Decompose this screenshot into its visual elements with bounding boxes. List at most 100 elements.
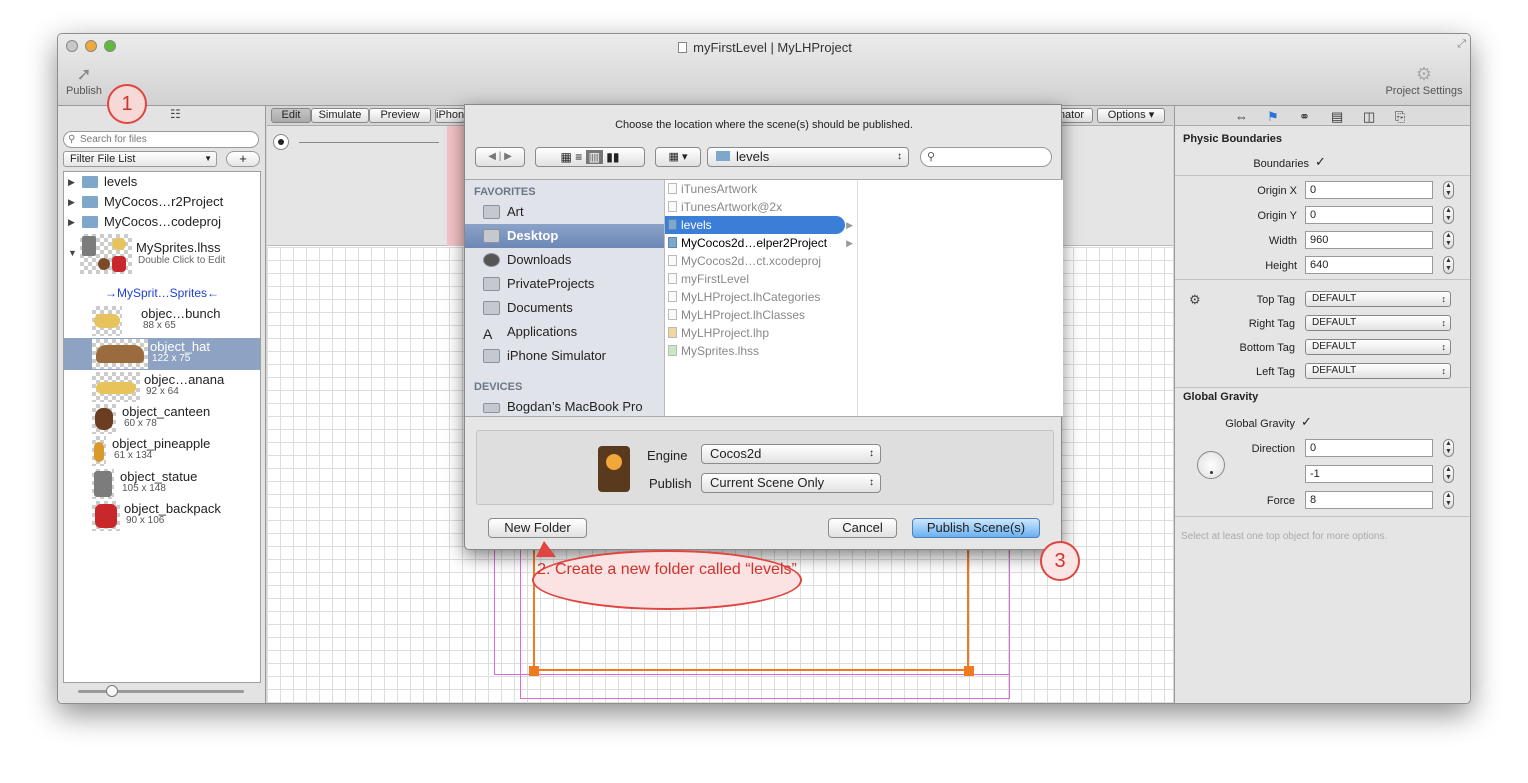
favorite-item[interactable]: Art — [465, 200, 664, 224]
file-item[interactable]: MyLHProject.lhCategories — [665, 288, 857, 306]
publish-mode-popup[interactable]: Current Scene Only — [701, 473, 881, 493]
divider — [1175, 279, 1470, 280]
left-tag-label: Left Tag — [1256, 366, 1295, 378]
file-icon — [668, 255, 677, 266]
disclosure-icon[interactable]: ▶ — [68, 212, 75, 232]
boundary-handle[interactable] — [964, 666, 974, 676]
force-label: Force — [1266, 495, 1295, 507]
left-tag-popup[interactable]: DEFAULT — [1305, 363, 1451, 379]
location-label: levels — [736, 149, 770, 164]
boundary-handle[interactable] — [529, 666, 539, 676]
tree-item-codeproj[interactable]: ▶ MyCocos…codeproj — [64, 212, 260, 232]
force-stepper[interactable]: ▲ ▼ — [1443, 491, 1454, 509]
zoom-slider[interactable] — [78, 685, 244, 697]
list-view-icon[interactable]: ≡ — [575, 150, 582, 164]
add-button[interactable]: + — [226, 151, 260, 167]
height-stepper[interactable]: ▲ ▼ — [1443, 256, 1454, 274]
file-item[interactable]: MyLHProject.lhp — [665, 324, 857, 342]
simulate-mode-button[interactable]: Simulate — [311, 108, 369, 123]
origin-y-stepper[interactable]: ▲ ▼ — [1443, 206, 1454, 224]
favorite-item[interactable]: Downloads — [465, 248, 664, 272]
favorite-item[interactable]: PrivateProjects — [465, 272, 664, 296]
disclosure-icon[interactable]: ▶ — [68, 192, 75, 212]
slider-knob[interactable] — [106, 685, 118, 697]
publish-toolbar-button[interactable]: ➚ Publish — [64, 64, 104, 97]
device-item[interactable]: Bogdan’s MacBook Pro — [465, 395, 664, 419]
publish-scenes-button[interactable]: Publish Scene(s) — [912, 518, 1040, 538]
bottom-tag-popup[interactable]: DEFAULT — [1305, 339, 1451, 355]
engine-popup[interactable]: Cocos2d — [701, 444, 881, 464]
origin-x-field[interactable]: 0 — [1305, 181, 1433, 199]
playhead-marker[interactable] — [447, 126, 465, 246]
height-field[interactable]: 640 — [1305, 256, 1433, 274]
coverflow-view-icon[interactable]: ▮▮ — [606, 150, 619, 164]
file-item[interactable]: MyCocos2d…elper2Project ▶ — [665, 234, 857, 252]
direction-dial[interactable] — [1197, 451, 1225, 479]
nodes-tab-icon[interactable]: ⇔ — [1235, 109, 1248, 124]
tree-item-levels[interactable]: ▶ levels — [64, 172, 260, 192]
top-tag-popup[interactable]: DEFAULT — [1305, 291, 1451, 307]
width-stepper[interactable]: ▲ ▼ — [1443, 231, 1454, 249]
origin-y-field[interactable]: 0 — [1305, 206, 1433, 224]
arrange-popup[interactable]: ▦ ▾ — [655, 147, 701, 167]
favorite-item-selected[interactable]: Desktop — [465, 224, 664, 248]
favorite-item[interactable]: Documents — [465, 296, 664, 320]
project-settings-button[interactable]: ⚙ Project Settings — [1384, 64, 1464, 97]
physics-tab-icon[interactable]: ⚑ — [1267, 109, 1279, 125]
sprite-item[interactable]: objec…anana 92 x 64 — [64, 371, 260, 403]
back-forward-buttons[interactable]: ◀ | ▶ — [475, 147, 525, 167]
location-popup[interactable]: levels — [707, 147, 909, 167]
preview-mode-button[interactable]: Preview — [369, 108, 431, 123]
hierarchy-icon[interactable]: ☷ — [170, 107, 181, 121]
options-popup[interactable]: Options ▾ — [1097, 108, 1165, 123]
disclosure-icon[interactable]: ▶ — [68, 172, 75, 192]
origin-x-stepper[interactable]: ▲ ▼ — [1443, 181, 1454, 199]
sprites-group-label[interactable]: →MySprit…Sprites← — [64, 286, 260, 300]
joints-tab-icon[interactable]: ⚭ — [1299, 109, 1310, 125]
edit-mode-button[interactable]: Edit — [271, 108, 311, 123]
sprite-item[interactable]: object_statue 105 x 148 — [64, 468, 260, 500]
view-mode-segmented[interactable]: ▦ ≡ ▥ ▮▮ — [535, 147, 645, 167]
new-folder-button[interactable]: New Folder — [488, 518, 587, 538]
file-item[interactable]: iTunesArtwork — [665, 180, 857, 198]
boundaries-checkbox[interactable]: ✓ — [1315, 154, 1326, 170]
spritesheet-item[interactable]: ▼ MySprites.lhss Double Click to Edit — [64, 234, 260, 274]
force-field[interactable]: 8 — [1305, 491, 1433, 509]
top-tag-label: Top Tag — [1256, 294, 1295, 306]
search-input[interactable]: ⚲ Search for files — [63, 131, 259, 148]
document-tab-icon[interactable]: ⎘ — [1395, 109, 1405, 125]
tree-item-project[interactable]: ▶ MyCocos…r2Project — [64, 192, 260, 212]
sprite-item-selected[interactable]: object_hat 122 x 75 — [64, 338, 260, 370]
file-item[interactable]: MySprites.lhss — [665, 342, 857, 360]
sprite-item[interactable]: object_backpack 90 x 106 — [64, 500, 260, 532]
favorite-item[interactable]: iPhone Simulator — [465, 344, 664, 368]
film-tab-icon[interactable]: ▤ — [1331, 109, 1343, 125]
file-item[interactable]: iTunesArtwork@2x — [665, 198, 857, 216]
direction-y-stepper[interactable]: ▲ ▼ — [1443, 465, 1454, 483]
filter-popup[interactable]: Filter File List ▼ — [63, 151, 217, 167]
sprite-item[interactable]: object_pineapple 61 x 134 — [64, 435, 260, 467]
file-item[interactable]: myFirstLevel — [665, 270, 857, 288]
favorite-item[interactable]: A Applications — [465, 320, 664, 344]
camera-tab-icon[interactable]: ◫ — [1363, 109, 1375, 125]
device-popup[interactable]: iPhone — [435, 108, 470, 123]
timeline-scrubber[interactable] — [299, 142, 439, 143]
width-field[interactable]: 960 — [1305, 231, 1433, 249]
direction-x-field[interactable]: 0 — [1305, 439, 1433, 457]
dialog-search-field[interactable]: ⚲ — [920, 147, 1052, 167]
direction-x-stepper[interactable]: ▲ ▼ — [1443, 439, 1454, 457]
icon-view-icon[interactable]: ▦ — [561, 150, 572, 164]
right-tag-popup[interactable]: DEFAULT — [1305, 315, 1451, 331]
direction-y-field[interactable]: -1 — [1305, 465, 1433, 483]
disclosure-open-icon[interactable]: ▼ — [68, 248, 77, 258]
file-item-selected[interactable]: levels ▶ — [665, 216, 853, 234]
column-view-icon[interactable]: ▥ — [585, 150, 603, 164]
sprite-item[interactable]: objec…bunch 88 x 65 — [64, 305, 260, 337]
sprite-item[interactable]: object_canteen 60 x 78 — [64, 403, 260, 435]
fullscreen-icon[interactable]: ⤢ — [1457, 38, 1466, 51]
record-button[interactable] — [273, 134, 289, 150]
global-gravity-checkbox[interactable]: ✓ — [1301, 414, 1312, 430]
file-item[interactable]: MyCocos2d…ct.xcodeproj — [665, 252, 857, 270]
cancel-button[interactable]: Cancel — [828, 518, 897, 538]
file-item[interactable]: MyLHProject.lhClasses — [665, 306, 857, 324]
